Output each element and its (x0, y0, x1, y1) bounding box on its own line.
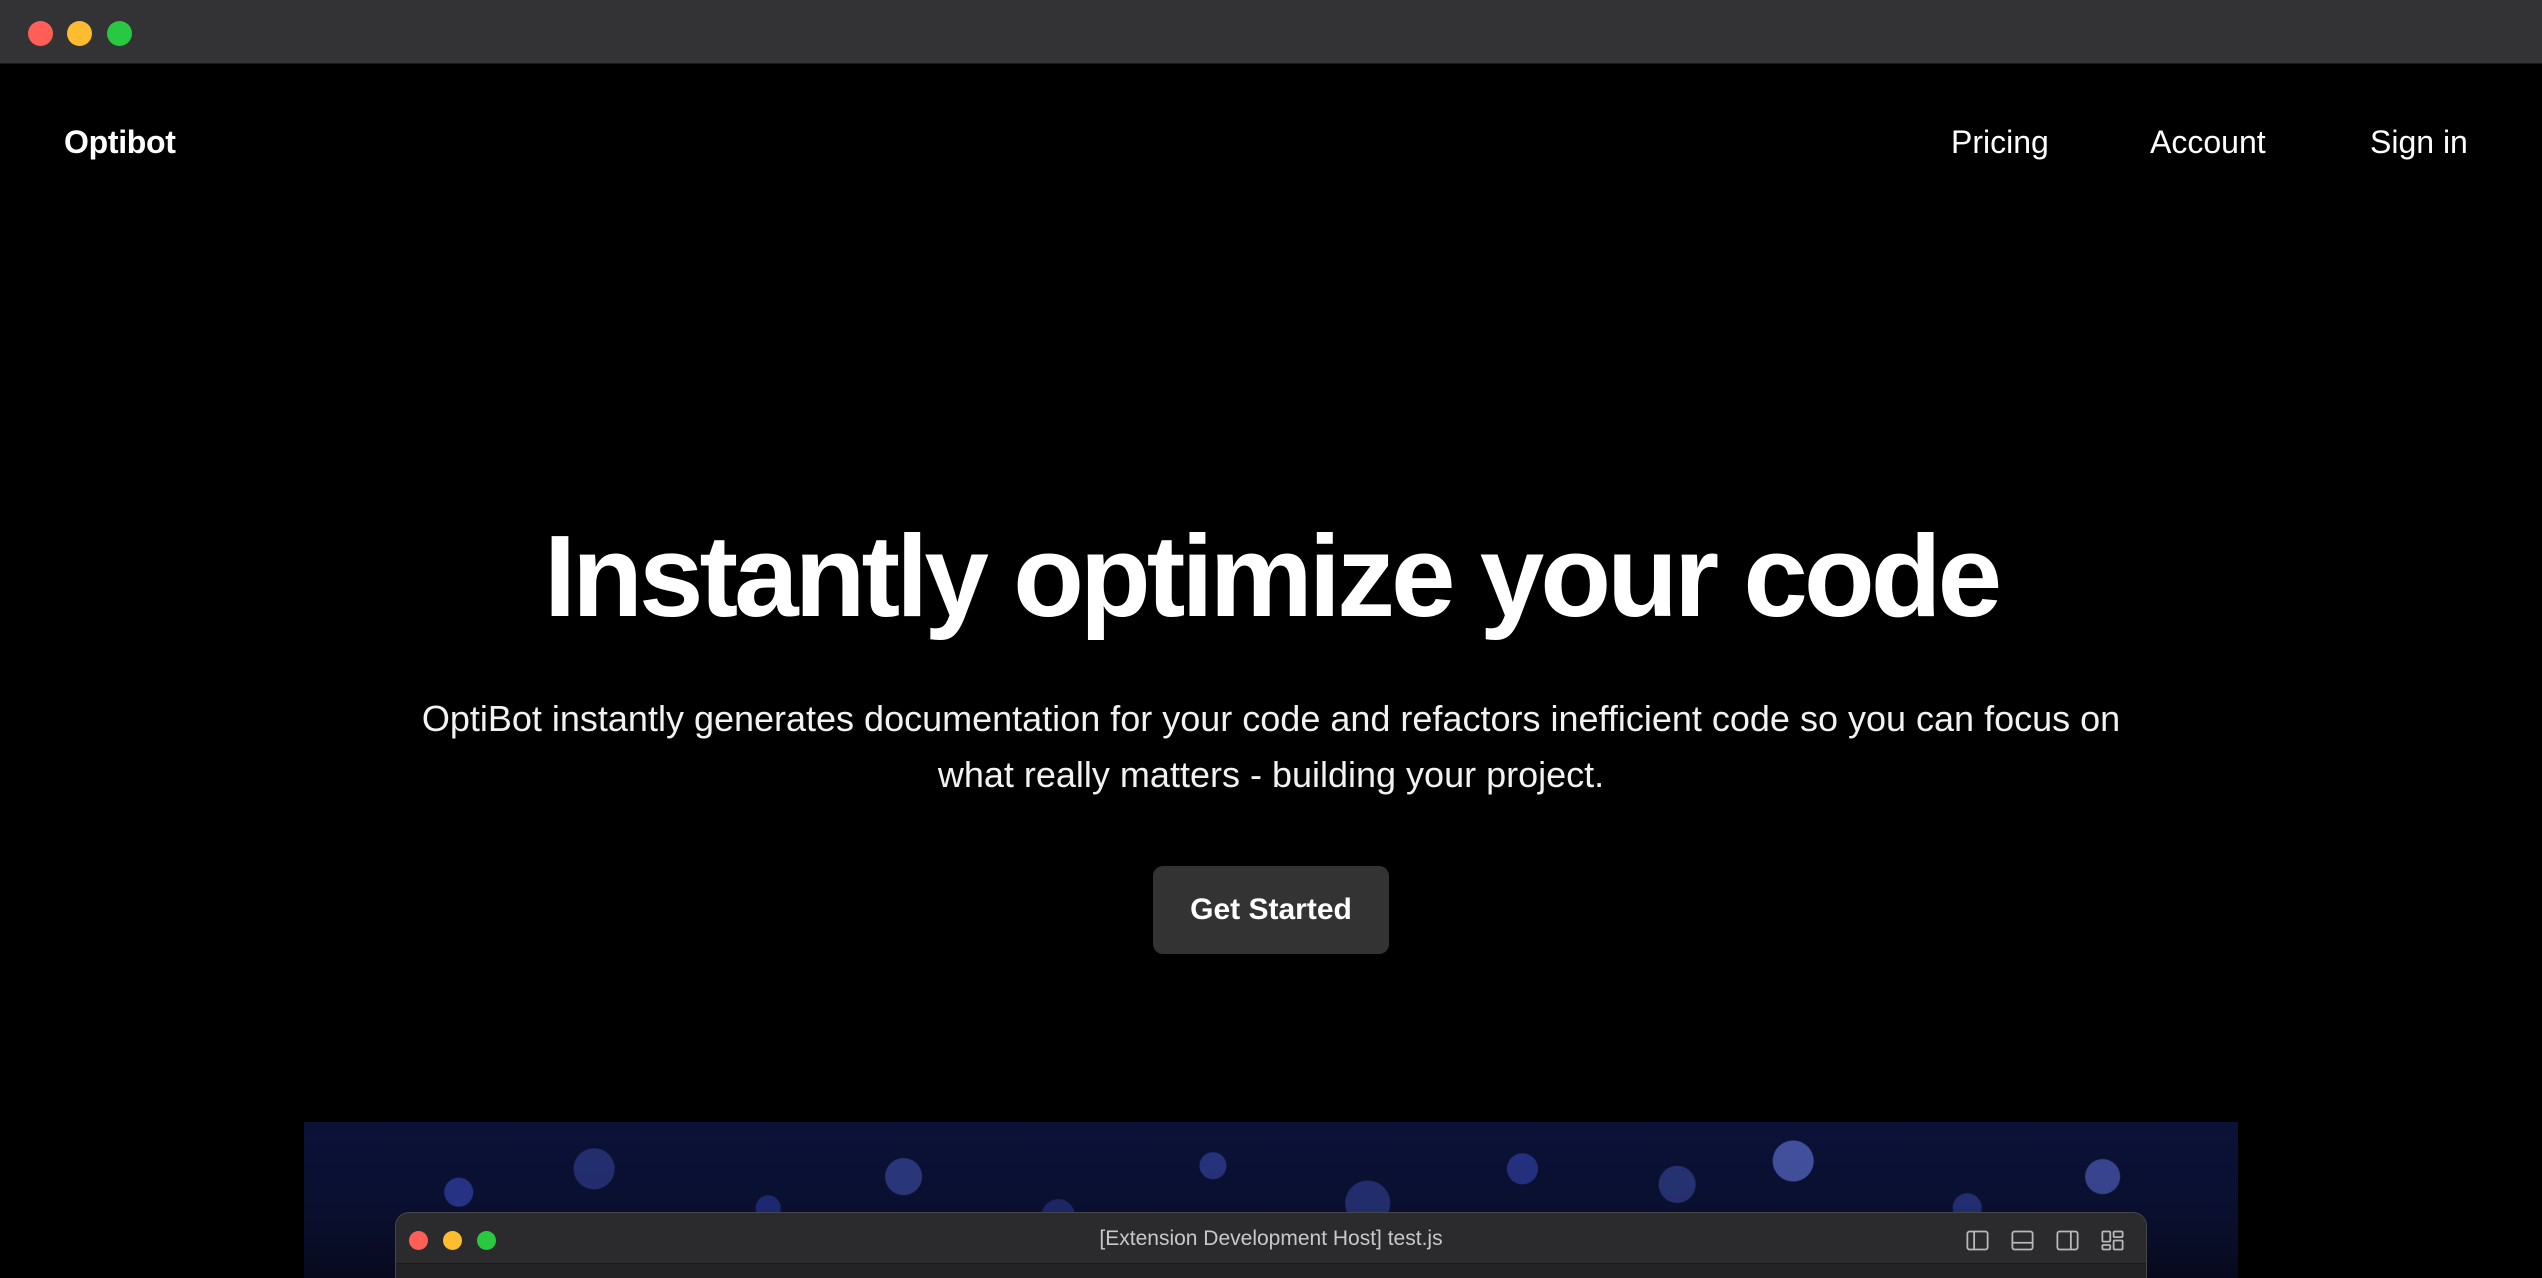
nav-link-sign-in[interactable]: Sign in (2370, 124, 2468, 161)
hero-title: Instantly optimize your code (543, 511, 2002, 641)
nav-link-account[interactable]: Account (2150, 124, 2266, 161)
maximize-window-button[interactable] (107, 21, 132, 46)
toggle-primary-sidebar-icon (1966, 1230, 1989, 1251)
customize-layout-icon (2101, 1230, 2124, 1251)
close-window-button[interactable] (28, 21, 53, 46)
minimize-window-button[interactable] (67, 21, 92, 46)
browser-window-titlebar (0, 0, 2542, 64)
toggle-secondary-sidebar-icon (2056, 1230, 2079, 1251)
hero-subtitle: OptiBot instantly generates documentatio… (371, 691, 2171, 803)
hero-subtitle-line-2: what really matters - building your proj… (937, 754, 1605, 795)
hero-subtitle-line-1: OptiBot instantly generates documentatio… (421, 698, 2121, 739)
top-navigation: Optibot Pricing Account Sign in (0, 64, 2542, 224)
get-started-button[interactable]: Get Started (1153, 866, 1389, 954)
editor-tab-bar (396, 1263, 2146, 1278)
product-preview-image: [Extension Development Host] test.js (304, 1122, 2238, 1278)
brand-logo-link[interactable]: Optibot (64, 124, 176, 161)
layout-controls (1964, 1227, 2126, 1254)
nav-link-pricing[interactable]: Pricing (1951, 124, 2049, 161)
toggle-panel-icon (2011, 1230, 2034, 1251)
editor-window-preview: [Extension Development Host] test.js (395, 1212, 2147, 1278)
editor-window-title: [Extension Development Host] test.js (1099, 1227, 1443, 1250)
